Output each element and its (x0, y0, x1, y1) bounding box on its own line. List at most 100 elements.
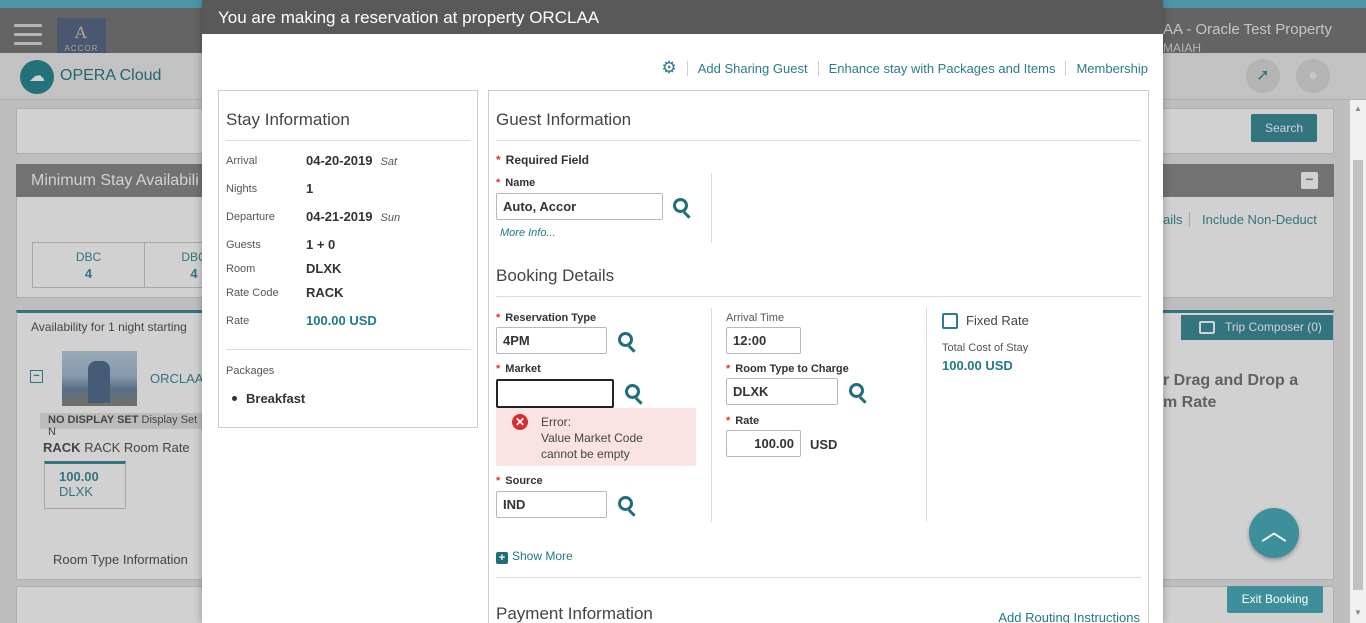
rate-cell-value: 100.00 (59, 469, 99, 484)
guests-label: Guests (226, 239, 261, 251)
required-asterisk: * (496, 363, 501, 375)
divider (711, 173, 712, 243)
market-field[interactable] (496, 379, 614, 408)
room-type-charge-field[interactable]: DLXK (726, 378, 838, 405)
scrollbar-thumb[interactable] (1353, 160, 1363, 590)
brand-logo-mark: A (75, 23, 88, 42)
search-icon[interactable] (617, 331, 639, 353)
rate-code-label: Rate Code (226, 287, 279, 299)
brand-logo-text: ACCOR (64, 44, 99, 53)
more-info-link[interactable]: More Info... (500, 227, 556, 239)
arrival-value: 04-20-2019 Sat (306, 153, 397, 168)
rate-code: RACK (43, 440, 81, 455)
show-more-text: Show More (512, 549, 573, 563)
search-icon[interactable] (672, 197, 694, 219)
search-icon[interactable] (624, 383, 646, 405)
nights-value: 1 (306, 181, 314, 196)
dbc-cell[interactable]: DBC 4 (32, 242, 145, 288)
rate-cell-room: DLXK (59, 484, 93, 499)
enhance-stay-link[interactable]: Enhance stay with Packages and Items (817, 60, 1066, 76)
room-value: DLXK (306, 261, 342, 276)
drag-drop-line: m Rate (1163, 394, 1217, 411)
chat-icon[interactable]: ● (1296, 59, 1330, 93)
rate-code-value: RACK (306, 285, 344, 300)
guest-information-heading: Guest Information (496, 91, 1141, 141)
app-name[interactable]: OPERA Cloud (60, 67, 161, 85)
stay-information-panel: Stay Information Arrival 04-20-2019 Sat N… (218, 90, 478, 428)
source-field[interactable]: IND (496, 491, 607, 518)
membership-link[interactable]: Membership (1065, 60, 1148, 76)
rate-field[interactable]: 100.00 (726, 430, 801, 457)
availability-text: Availability for 1 night starting (31, 320, 187, 334)
room-label: Room (226, 263, 256, 275)
dbc-label: DBC (75, 250, 102, 264)
add-sharing-guest-link[interactable]: Add Sharing Guest (686, 60, 818, 76)
property-title: AA - Oracle Test Property (1163, 21, 1332, 38)
drag-drop-line: r Drag and Drop a (1163, 372, 1299, 389)
error-title: Error: (541, 415, 571, 429)
exit-booking-button[interactable]: Exit Booking (1227, 586, 1323, 613)
search-icon[interactable] (617, 495, 639, 517)
rate-value: 100.00 USD (306, 313, 377, 328)
rate-code-row: RACK RACK Room Rate (43, 440, 190, 455)
reservation-type-label-text: Reservation Type (505, 312, 597, 324)
dbc-value: 4 (84, 266, 93, 281)
total-cost-label: Total Cost of Stay (942, 342, 1029, 354)
rate-currency: USD (810, 437, 838, 452)
trip-composer-button[interactable]: Trip Composer (0) (1181, 315, 1333, 340)
add-routing-link[interactable]: Add Routing Instructions (998, 610, 1140, 623)
required-asterisk: * (726, 363, 731, 375)
arrival-label: Arrival (226, 155, 258, 167)
plus-icon: + (496, 552, 508, 564)
fixed-rate-checkbox[interactable] (942, 313, 958, 329)
gear-icon[interactable]: ⚙ (661, 58, 676, 78)
property-code-link[interactable]: ORCLAA (150, 371, 203, 386)
name-field[interactable]: Auto, Accor (496, 193, 663, 220)
market-label-text: Market (505, 363, 541, 375)
rate-label: Rate (226, 315, 250, 327)
nights-label: Nights (226, 183, 258, 195)
rate-cell[interactable]: 100.00 DLXK (44, 461, 126, 509)
details-link[interactable]: ails (1163, 212, 1183, 227)
scroll-top-button[interactable]: ︿ (1249, 508, 1299, 558)
opera-cloud-icon: ☁ (20, 60, 54, 94)
error-icon: ✕ (512, 414, 528, 430)
scroll-up-arrow-icon[interactable]: ▲ (1354, 104, 1362, 113)
rate-field-label-text: Rate (735, 415, 760, 427)
guest-booking-panel: Guest Information * Required Field * Name … (488, 90, 1149, 623)
reservation-type-field[interactable]: 4PM (496, 327, 607, 354)
scroll-down-arrow-icon[interactable]: ▼ (1354, 608, 1362, 617)
required-asterisk: * (496, 312, 501, 324)
divider (926, 308, 927, 522)
departure-label: Departure (226, 211, 275, 223)
required-field-text: Required Field (505, 153, 590, 167)
page-scrollbar[interactable]: ▲ ▼ (1350, 100, 1366, 623)
market-label: * Market (496, 363, 541, 375)
collapse-icon[interactable]: − (1301, 172, 1318, 189)
total-cost-value: 100.00 USD (942, 358, 1013, 373)
name-label-text: Name (505, 177, 536, 189)
package-item: Breakfast (231, 391, 306, 406)
dialog-action-links: ⚙ Add Sharing Guest Enhance stay with Pa… (661, 58, 1148, 78)
fixed-rate-label[interactable]: Fixed Rate (966, 313, 1029, 328)
search-icon[interactable] (848, 382, 870, 404)
divider (226, 349, 471, 350)
include-non-deduct-link[interactable]: Include Non-Deduct (1189, 212, 1317, 227)
search-button[interactable]: Search (1251, 114, 1317, 142)
required-asterisk: * (496, 475, 501, 487)
reservation-type-label: * Reservation Type (496, 312, 596, 324)
rate-description: RACK Room Rate (84, 440, 190, 455)
collapse-row-icon[interactable]: − (30, 370, 43, 383)
rocket-icon[interactable]: ➚ (1246, 59, 1280, 93)
brand-logo: A ACCOR (57, 18, 106, 58)
arrival-date: 04-20-2019 (306, 153, 373, 168)
menu-icon[interactable] (14, 24, 42, 46)
arrival-time-label: Arrival Time (726, 312, 785, 324)
room-type-info-heading: Room Type Information (53, 552, 188, 567)
divider (711, 308, 712, 522)
show-more-link[interactable]: + Show More (496, 549, 573, 564)
name-label: * Name (496, 177, 535, 189)
rate-field-label: * Rate (726, 415, 759, 427)
briefcase-icon (1199, 321, 1215, 334)
arrival-time-field[interactable]: 12:00 (726, 327, 801, 354)
